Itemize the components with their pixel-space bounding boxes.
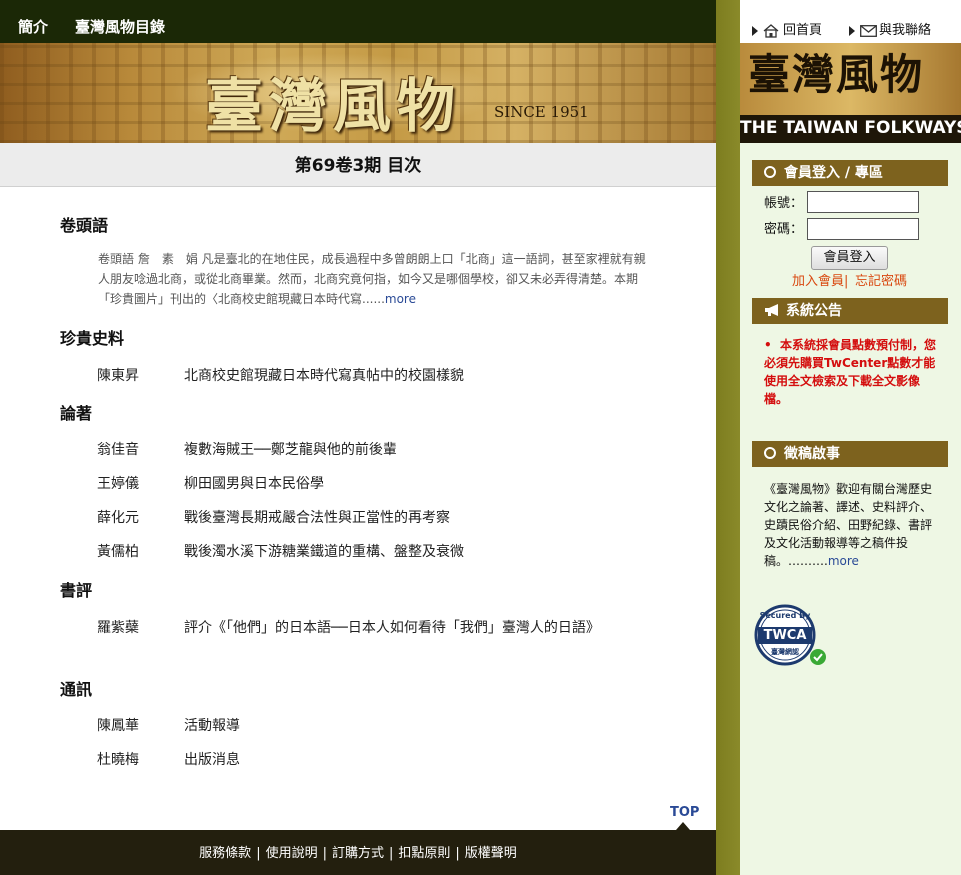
banner: 臺灣風物 SINCE 1951 xyxy=(0,43,716,143)
sidebar-top-links: 回首頁 與我聯絡 xyxy=(740,0,961,43)
section-heading-reviews: 書評 xyxy=(60,581,93,600)
footer-separator: | xyxy=(455,846,460,861)
back-to-top-link[interactable]: TOP xyxy=(670,805,699,821)
twca-badge[interactable]: Secured By TWCA 臺灣網認 xyxy=(754,604,826,668)
login-header: 會員登入 / 專區 xyxy=(752,160,948,186)
footer-link-copyright[interactable]: 版權聲明 xyxy=(465,846,517,861)
banner-title: 臺灣風物 xyxy=(205,72,462,140)
banner-since: SINCE 1951 xyxy=(494,103,589,121)
account-label: 帳號： xyxy=(764,196,804,211)
article-author: 羅紫蘗 xyxy=(97,620,139,636)
intro-more-link[interactable]: more xyxy=(385,292,416,306)
article-title[interactable]: 出版消息 xyxy=(184,750,240,770)
notice-header: 系統公告 xyxy=(752,298,948,324)
footer-link-points[interactable]: 扣點原則 xyxy=(398,846,450,861)
join-member-link[interactable]: 加入會員 xyxy=(792,274,844,290)
footer-link-order[interactable]: 訂購方式 xyxy=(332,846,384,861)
footer-separator: | xyxy=(256,846,261,861)
article-author: 翁佳音 xyxy=(97,442,139,458)
notice-heading: 系統公告 xyxy=(786,303,842,319)
notice-text: • 本系統採會員點數預付制，您必須先購買TwCenter點數才能使用全文檢索及下… xyxy=(764,336,940,408)
article-author: 黃儒柏 xyxy=(97,544,139,560)
megaphone-icon xyxy=(765,304,778,316)
envelope-icon xyxy=(860,24,877,37)
section-heading-historical: 珍貴史料 xyxy=(60,329,125,348)
sidebar-logo: 臺灣風物 THE TAIWAN FOLKWAYS xyxy=(740,43,961,143)
footer-link-guide[interactable]: 使用說明 xyxy=(266,846,318,861)
home-link-label: 回首頁 xyxy=(783,23,823,38)
top-navigation: 簡介 臺灣風物目錄 xyxy=(0,0,716,43)
triangle-right-icon xyxy=(752,25,758,36)
twca-bottom-text: 臺灣網認 xyxy=(771,648,799,656)
article-title[interactable]: 柳田國男與日本民俗學 xyxy=(184,474,324,494)
home-icon xyxy=(763,23,779,38)
login-heading: 會員登入 / 專區 xyxy=(784,165,883,181)
footer-separator: | xyxy=(322,846,327,861)
solicit-text: 《臺灣風物》歡迎有關台灣歷史文化之論著、譯述、史料評介、史蹟民俗介紹、田野紀錄、… xyxy=(764,480,940,570)
footer-links: 服務條款 | 使用說明 | 訂購方式 | 扣點原則 | 版權聲明 xyxy=(0,845,716,863)
article-title[interactable]: 戰後濁水溪下游糖業鐵道的重構、盤整及衰微 xyxy=(184,542,464,562)
footer-separator: | xyxy=(389,846,394,861)
nav-catalog[interactable]: 臺灣風物目錄 xyxy=(75,17,165,37)
up-arrow-icon xyxy=(676,822,690,830)
section-heading-intro: 卷頭語 xyxy=(60,216,109,235)
footer: 服務條款 | 使用說明 | 訂購方式 | 扣點原則 | 版權聲明 xyxy=(0,830,716,875)
article-title[interactable]: 戰後臺灣長期戒嚴合法性與正當性的再考察 xyxy=(184,508,450,528)
contact-link[interactable]: 與我聯絡 xyxy=(849,23,931,39)
solicit-more-link[interactable]: more xyxy=(828,554,859,568)
login-button[interactable]: 會員登入 xyxy=(811,246,888,270)
section-heading-papers: 論著 xyxy=(60,404,93,423)
section-heading-news: 通訊 xyxy=(60,680,93,699)
column-divider xyxy=(716,0,740,875)
intro-body: 卷頭語 詹 素 娟 凡是臺北的在地住民，成長過程中多曾朗朗上口「北商」這一語詞，… xyxy=(98,252,646,306)
article-title[interactable]: 活動報導 xyxy=(184,716,240,736)
article-title[interactable]: 北商校史館現藏日本時代寫真帖中的校園樣貌 xyxy=(184,366,464,386)
footer-link-terms[interactable]: 服務條款 xyxy=(199,846,251,861)
password-input[interactable] xyxy=(807,218,919,240)
article-author: 陳東昇 xyxy=(97,368,139,384)
twca-text: TWCA xyxy=(763,628,807,643)
article-title[interactable]: 評介《「他們」的日本語──日本人如何看待「我們」臺灣人的日語》 xyxy=(184,618,614,638)
forgot-password-link[interactable]: 忘記密碼 xyxy=(855,274,907,290)
notice-body: 本系統採會員點數預付制，您必須先購買TwCenter點數才能使用全文檢索及下載全… xyxy=(764,338,937,406)
password-label: 密碼： xyxy=(764,222,804,237)
account-input[interactable] xyxy=(807,191,919,213)
solicit-header: 徵稿啟事 xyxy=(752,441,948,467)
twca-secured-text: Secured By xyxy=(759,611,811,620)
logo-title: 臺灣風物 xyxy=(748,50,925,99)
triangle-right-icon xyxy=(849,25,855,36)
article-author: 杜曉梅 xyxy=(97,752,139,768)
article-title[interactable]: 複數海賊王──鄭芝龍與他的前後輩 xyxy=(184,440,397,460)
article-author: 王婷儀 xyxy=(97,476,139,492)
circle-icon xyxy=(764,447,776,459)
issue-title: 第69卷3期 目次 xyxy=(294,156,422,176)
article-author: 薛化元 xyxy=(97,510,139,526)
home-link[interactable]: 回首頁 xyxy=(752,23,822,39)
link-separator: | xyxy=(844,274,849,289)
article-author: 陳鳳華 xyxy=(97,718,139,734)
solicit-heading: 徵稿啟事 xyxy=(784,446,840,462)
circle-icon xyxy=(764,166,776,178)
logo-english-title: THE TAIWAN FOLKWAYS xyxy=(740,118,961,138)
notice-bullet: • xyxy=(764,338,781,352)
nav-about[interactable]: 簡介 xyxy=(18,17,48,37)
main-content: 簡介 臺灣風物目錄 臺灣風物 SINCE 1951 第69卷3期 目次 卷頭語 … xyxy=(0,0,716,875)
intro-text: 卷頭語 詹 素 娟 凡是臺北的在地住民，成長過程中多曾朗朗上口「北商」這一語詞，… xyxy=(98,249,646,309)
contact-link-label: 與我聯絡 xyxy=(879,23,932,38)
issue-bar: 第69卷3期 目次 xyxy=(0,143,716,187)
